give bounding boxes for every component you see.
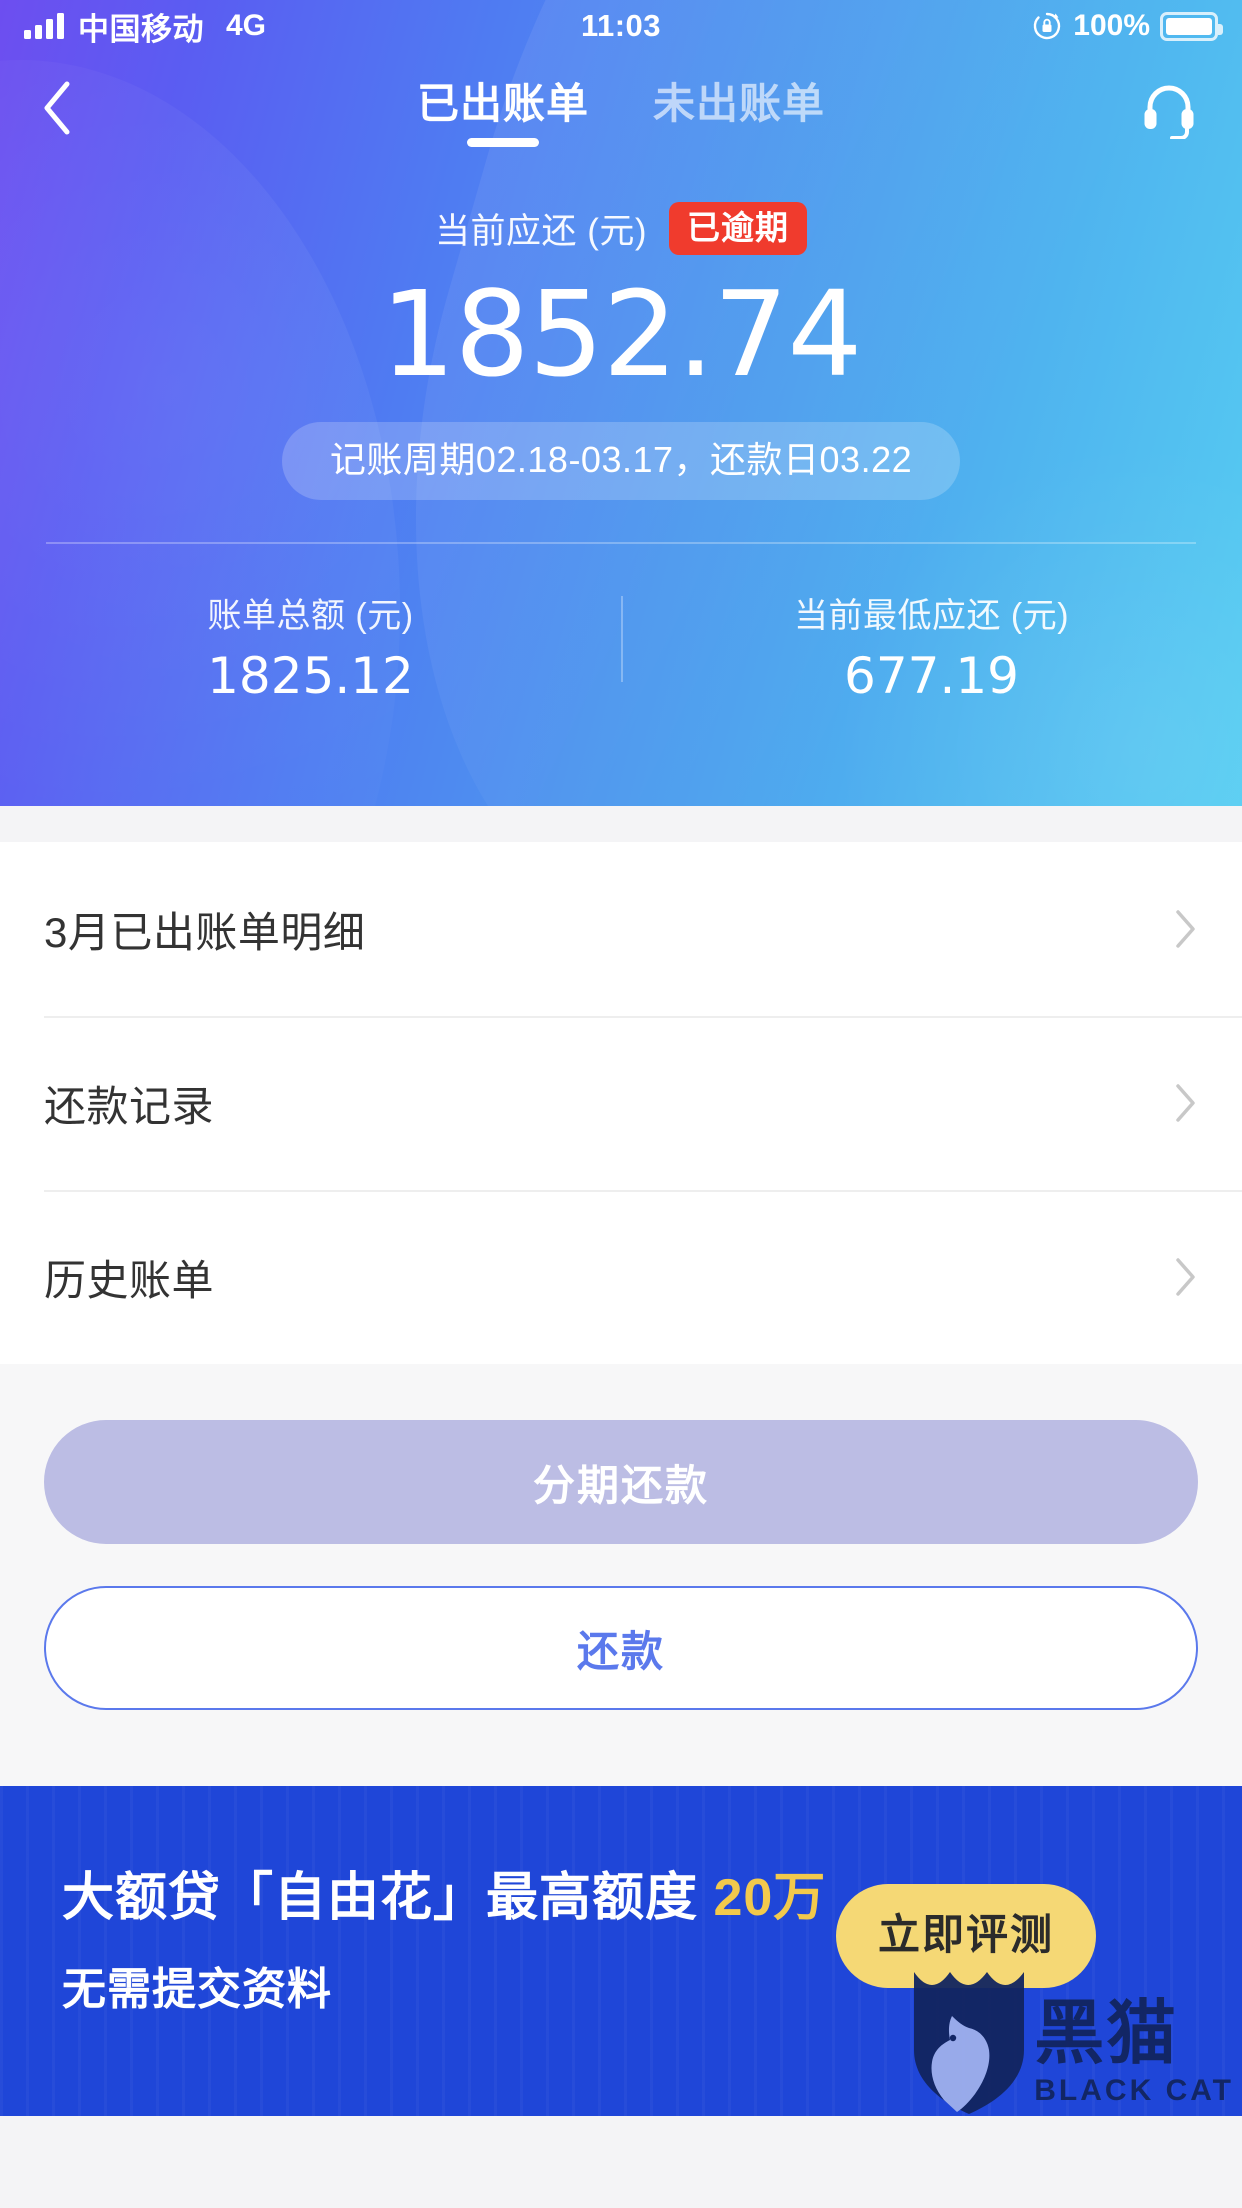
menu-row-bill-detail[interactable]: 3月已出账单明细: [44, 842, 1198, 1016]
headset-icon: [1144, 85, 1194, 139]
promo-banner[interactable]: 大额贷「自由花」最高额度 20万 无需提交资料 立即评测 黑猫 BLACK CA…: [0, 1786, 1242, 2116]
action-area-padding: [0, 1710, 1242, 1786]
menu-row-history-bill[interactable]: 历史账单: [44, 1190, 1242, 1364]
banner-subtitle: 无需提交资料: [62, 1965, 332, 2014]
black-cat-shield-icon: [914, 1972, 1025, 2114]
banner-copy: 大额贷「自由花」最高额度 20万 无需提交资料: [62, 1872, 826, 2012]
carrier-name: 中国移动: [78, 11, 204, 47]
tab-issued-bill[interactable]: 已出账单: [417, 70, 589, 147]
stat-total-bill-label: 账单总额 (元): [207, 597, 414, 636]
repay-button[interactable]: 还款: [44, 1586, 1198, 1710]
banner-title-highlight: 20万: [713, 1869, 827, 1927]
menu-row-repayment-record-label: 还款记录: [44, 1082, 215, 1130]
action-area: 分期还款 还款: [0, 1364, 1242, 1710]
tab-unissued-bill[interactable]: 未出账单: [653, 70, 825, 147]
chevron-right-icon: [1176, 910, 1195, 948]
navigation-bar: 已出账单 未出账单: [0, 52, 1242, 164]
stat-total-bill-value: 1825.12: [207, 647, 414, 706]
rotation-lock-icon: [1034, 12, 1061, 40]
installment-repay-button[interactable]: 分期还款: [44, 1420, 1198, 1544]
stat-minimum-due-value: 677.19: [844, 647, 1019, 706]
tab-active-indicator: [466, 137, 539, 147]
bill-stats-row: 账单总额 (元) 1825.12 当前最低应还 (元) 677.19: [0, 588, 1242, 701]
bill-hero-header: 中国移动 4G 11:03 100% 已出账单 未出账单 当前应还 (元) 已逾…: [0, 0, 1242, 806]
hero-divider: [46, 542, 1196, 545]
signal-bars-icon: [24, 13, 64, 39]
black-cat-watermark: 黑猫 BLACK CAT: [910, 1966, 1234, 2116]
tab-issued-bill-label: 已出账单: [416, 79, 589, 127]
watermark-en-label: BLACK CAT: [1034, 2074, 1234, 2107]
banner-title: 大额贷「自由花」最高额度 20万: [62, 1872, 826, 1924]
status-bar: 中国移动 4G 11:03 100%: [0, 0, 1242, 52]
watermark-text: 黑猫 BLACK CAT: [1034, 1998, 1234, 2116]
menu-row-repayment-record[interactable]: 还款记录: [44, 1016, 1242, 1190]
tab-unissued-bill-label: 未出账单: [653, 79, 826, 127]
chevron-right-icon: [1176, 1084, 1195, 1122]
menu-row-bill-detail-label: 3月已出账单明细: [44, 908, 366, 956]
battery-percent: 100%: [1073, 9, 1150, 42]
app-screen: 中国移动 4G 11:03 100% 已出账单 未出账单 当前应还 (元) 已逾…: [0, 0, 1242, 2208]
customer-service-button[interactable]: [1136, 75, 1202, 141]
stat-minimum-due: 当前最低应还 (元) 677.19: [621, 588, 1242, 701]
network-type: 4G: [226, 9, 267, 42]
banner-cta-button[interactable]: 立即评测: [835, 1884, 1096, 1988]
status-bar-left: 中国移动 4G: [24, 4, 266, 49]
status-bar-right: 100%: [1031, 9, 1223, 43]
back-button[interactable]: [40, 76, 104, 140]
billing-cycle-pill: 记账周期02.18-03.17，还款日03.22: [281, 422, 961, 501]
current-due-header: 当前应还 (元) 已逾期: [0, 202, 1242, 255]
status-badge: 已逾期: [669, 202, 808, 255]
current-due-label: 当前应还 (元): [434, 212, 648, 251]
banner-title-prefix: 大额贷「自由花」最高额度: [62, 1869, 714, 1927]
bill-summary: 当前应还 (元) 已逾期 1852.74 记账周期02.18-03.17，还款日…: [0, 202, 1242, 701]
watermark-cn-label: 黑猫: [1034, 1994, 1179, 2072]
battery-full-icon: [1160, 11, 1223, 41]
bill-menu-list: 3月已出账单明细 还款记录 历史账单: [0, 842, 1242, 1364]
bill-tabs: 已出账单 未出账单: [0, 70, 1242, 147]
menu-row-history-bill-label: 历史账单: [44, 1256, 215, 1304]
back-chevron-icon: [44, 81, 70, 135]
section-gap: [0, 806, 1242, 842]
stat-total-bill: 账单总额 (元) 1825.12: [0, 588, 621, 701]
chevron-right-icon: [1176, 1258, 1195, 1296]
stat-minimum-due-label: 当前最低应还 (元): [793, 597, 1070, 636]
current-due-amount: 1852.74: [380, 265, 863, 403]
